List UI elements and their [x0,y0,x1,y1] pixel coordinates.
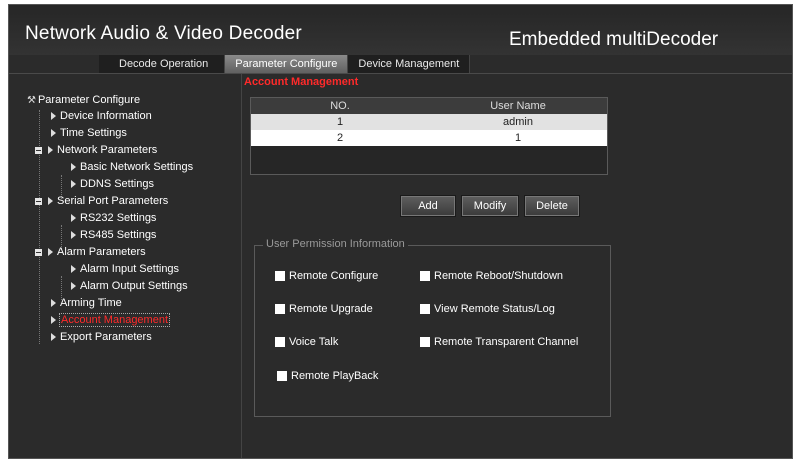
checkbox[interactable] [275,304,285,315]
perm-label: Remote Configure [289,270,379,282]
sidebar-item-rs232-settings[interactable]: RS232 Settings [71,210,156,226]
product-name: Embedded multiDecoder [509,29,719,50]
sidebar-item-export-parameters[interactable]: Export Parameters [51,329,152,345]
perm-label: Voice Talk [289,336,339,348]
tree-root-label: Parameter Configure [37,94,141,106]
sidebar-item-label: Basic Network Settings [80,161,194,173]
sidebar-item-label: Time Settings [60,127,127,139]
checkbox[interactable] [420,271,430,282]
sidebar-item-label: Alarm Input Settings [80,263,180,275]
table-row[interactable]: 1 admin [251,114,607,130]
checkbox[interactable] [277,371,287,382]
triangle-right-icon [71,231,76,240]
cell-no: 2 [336,132,344,144]
triangle-right-icon [48,248,53,257]
perm-label: View Remote Status/Log [434,303,555,315]
permission-group: User Permission Information Remote Confi… [254,238,611,417]
perm-remote-configure[interactable]: Remote Configure [275,269,378,283]
sidebar-item-label: RS485 Settings [80,229,157,241]
sidebar-item-rs485-settings[interactable]: RS485 Settings [71,227,156,243]
perm-label: Remote Reboot/Shutdown [434,270,564,282]
sidebar-item-label: Network Parameters [57,144,158,156]
triangle-right-icon [71,282,76,291]
sidebar-item-label: Device Information [60,110,152,122]
perm-label: Remote Transparent Channel [434,336,579,348]
sidebar-item-serial-port-parameters[interactable]: Serial Port Parameters [35,193,168,209]
cell-user-name: 1 [514,132,522,144]
sidebar-item-label: Alarm Parameters [57,246,146,258]
sidebar-item-network-parameters[interactable]: Network Parameters [35,142,157,158]
triangle-right-icon [71,163,76,172]
collapse-icon[interactable] [35,248,42,256]
sidebar-item-label: Alarm Output Settings [80,280,188,292]
sidebar-item-alarm-output-settings[interactable]: Alarm Output Settings [71,278,188,294]
modify-button[interactable]: Modify [461,195,519,217]
sidebar-item-label: DDNS Settings [80,178,154,190]
permission-legend: User Permission Information [263,238,408,250]
triangle-right-icon [51,112,56,121]
triangle-right-icon [48,146,53,155]
delete-button[interactable]: Delete [524,195,580,217]
checkbox[interactable] [420,304,430,315]
perm-label: Remote PlayBack [291,370,379,382]
sidebar-item-label: Serial Port Parameters [57,195,169,207]
triangle-right-icon [51,333,56,342]
triangle-right-icon [51,299,56,308]
header: Network Audio & Video Decoder Embedded m… [9,5,792,55]
table-row[interactable]: 2 1 [251,130,607,146]
sidebar-item-label: Export Parameters [60,331,152,343]
perm-remote-reboot[interactable]: Remote Reboot/Shutdown [420,269,563,283]
sidebar-item-device-information[interactable]: Device Information [51,108,152,124]
cell-user-name: admin [503,116,533,128]
table-header: NO. User Name [251,98,607,114]
triangle-right-icon [48,197,53,206]
tab-parameter-configure[interactable]: Parameter Configure [225,55,349,74]
triangle-right-icon [71,265,76,274]
sidebar-item-ddns-settings[interactable]: DDNS Settings [71,176,154,192]
main-tabs: Decode Operation Parameter Configure Dev… [99,55,471,74]
tab-device-management[interactable]: Device Management [348,55,471,74]
sidebar-item-label: Arming Time [60,297,122,309]
add-button[interactable]: Add [400,195,456,217]
sidebar-item-alarm-input-settings[interactable]: Alarm Input Settings [71,261,179,277]
cell-no: 1 [336,116,344,128]
checkbox[interactable] [420,337,430,348]
main-panel: Account Management NO. User Name 1 admin… [242,74,792,458]
perm-label: Remote Upgrade [289,303,373,315]
sidebar-item-alarm-parameters[interactable]: Alarm Parameters [35,244,146,260]
triangle-right-icon [71,180,76,189]
tab-decode-operation[interactable]: Decode Operation [99,55,226,74]
user-table: NO. User Name 1 admin 2 1 [250,97,608,175]
perm-view-remote-status[interactable]: View Remote Status/Log [420,302,555,316]
sidebar-item-arming-time[interactable]: Arming Time [51,295,122,311]
app-window: Network Audio & Video Decoder Embedded m… [8,4,793,459]
sidebar-item-label: Account Management [58,313,171,327]
triangle-right-icon [71,214,76,223]
collapse-icon[interactable] [35,197,42,205]
column-header-user-name: User Name [490,100,546,112]
sidebar-item-account-management[interactable]: Account Management [51,312,171,328]
triangle-right-icon [51,129,56,138]
sidebar-item-basic-network-settings[interactable]: Basic Network Settings [71,159,193,175]
collapse-icon[interactable] [35,146,42,154]
perm-remote-transparent-channel[interactable]: Remote Transparent Channel [420,335,578,349]
perm-voice-talk[interactable]: Voice Talk [275,335,338,349]
sidebar-item-time-settings[interactable]: Time Settings [51,125,127,141]
tree-root[interactable]: ⚒ Parameter Configure [27,92,140,108]
sidebar-tree: ⚒ Parameter Configure Device Information … [13,74,242,458]
app-title: Network Audio & Video Decoder [25,23,302,44]
checkbox[interactable] [275,271,285,282]
perm-remote-upgrade[interactable]: Remote Upgrade [275,302,373,316]
triangle-right-icon [51,316,56,325]
sidebar-item-label: RS232 Settings [80,212,157,224]
config-icon: ⚒ [27,95,36,106]
column-header-no: NO. [330,100,350,112]
section-title: Account Management [244,76,359,88]
checkbox[interactable] [275,337,285,348]
perm-remote-playback[interactable]: Remote PlayBack [277,369,378,383]
